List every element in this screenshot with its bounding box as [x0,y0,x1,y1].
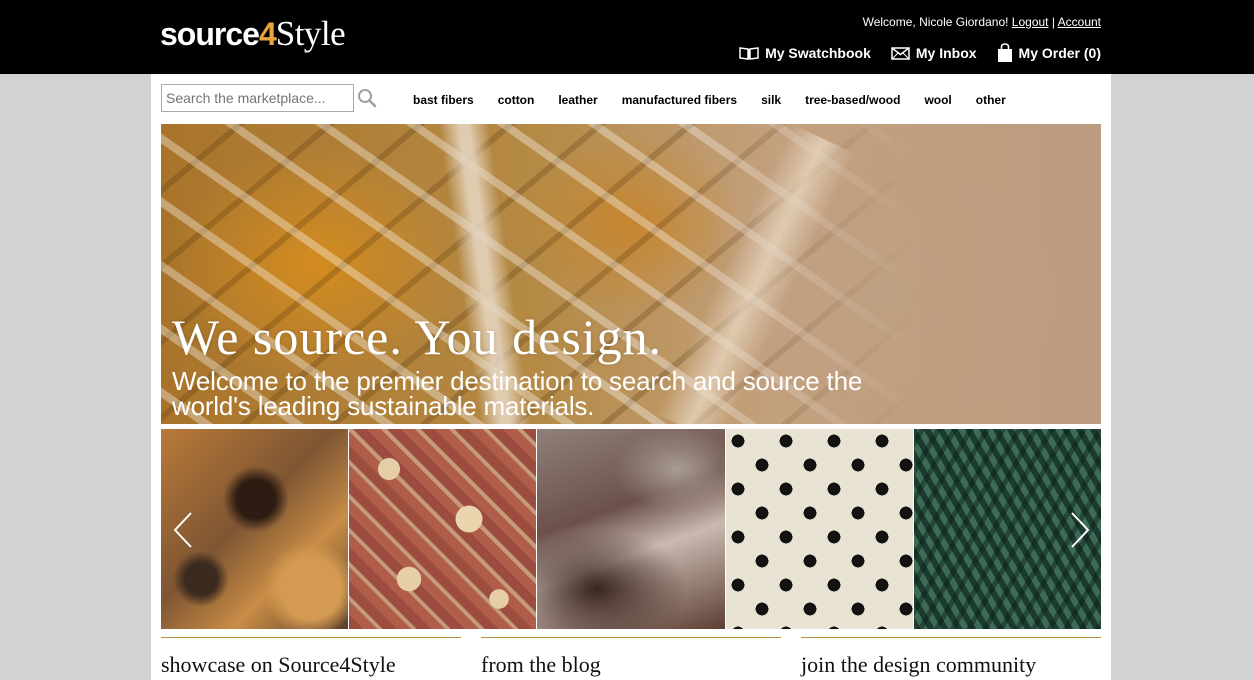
logout-link[interactable]: Logout [1012,15,1049,29]
welcome-separator: | [1051,15,1055,29]
welcome-line: Welcome, Nicole Giordano! Logout | Accou… [863,15,1101,29]
hero-title: We source. You design. [172,309,663,365]
logo-part-source: source [160,16,260,52]
welcome-text: Welcome, Nicole Giordano! [862,15,1009,29]
section-showcase-heading[interactable]: showcase on Source4Style [161,637,461,678]
user-nav: My Swatchbook My Inbox My Order (0) [739,43,1101,63]
category-silk[interactable]: silk [761,93,781,107]
category-leather[interactable]: leather [558,93,597,107]
category-nav: bast fibers cotton leather manufactured … [413,93,1006,107]
shopping-bag-icon [997,43,1013,63]
section-community-heading[interactable]: join the design community [801,637,1101,678]
category-other[interactable]: other [976,93,1006,107]
search-input[interactable] [161,84,354,112]
material-tile-4[interactable] [725,429,913,629]
my-order-link[interactable]: My Order (0) [997,43,1101,63]
carousel-prev-arrow-icon[interactable] [171,511,197,549]
my-swatchbook-label: My Swatchbook [765,45,871,61]
my-inbox-label: My Inbox [915,45,977,61]
source4style-logo[interactable]: source 4 Style [160,14,346,60]
main-content: bast fibers cotton leather manufactured … [151,74,1111,680]
search-icon[interactable] [357,88,377,113]
top-bar: source 4 Style Welcome, Nicole Giordano! L… [0,0,1254,74]
my-swatchbook-link[interactable]: My Swatchbook [739,45,871,61]
account-link[interactable]: Account [1058,15,1101,29]
logo-part-4: 4 [258,16,277,52]
material-tile-2[interactable] [349,429,537,629]
envelope-icon [891,46,910,60]
my-inbox-link[interactable]: My Inbox [891,45,977,61]
material-carousel [161,429,1102,629]
hero-banner[interactable]: We source. You design. Welcome to the pr… [161,124,1101,424]
logo-part-style: Style [275,14,346,53]
swatchbook-icon [739,46,759,60]
my-order-label: My Order (0) [1018,45,1101,61]
category-cotton[interactable]: cotton [498,93,535,107]
category-manufactured-fibers[interactable]: manufactured fibers [622,93,737,107]
category-bast-fibers[interactable]: bast fibers [413,93,474,107]
hero-subtitle: Welcome to the premier destination to se… [172,366,863,421]
category-wool[interactable]: wool [924,93,951,107]
carousel-next-arrow-icon[interactable] [1066,511,1092,549]
section-blog-heading[interactable]: from the blog [481,637,781,678]
material-tile-3[interactable] [537,429,725,629]
category-tree-based-wood[interactable]: tree-based/wood [805,93,900,107]
